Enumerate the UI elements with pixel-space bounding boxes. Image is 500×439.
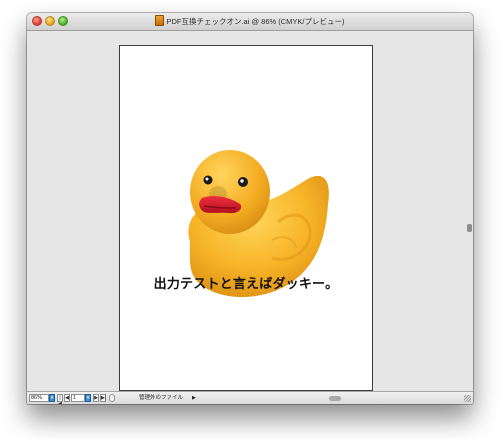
last-page-button[interactable]: ▶| (100, 394, 106, 402)
window-title-area: PDF互換チェックオン.ai @ 86% (CMYK/プレビュー) (27, 15, 473, 28)
title-bar[interactable]: PDF互換チェックオン.ai @ 86% (CMYK/プレビュー) (27, 13, 473, 31)
next-page-button[interactable]: ▶ (93, 394, 99, 402)
artboard-caption-text: 出力テストと言えばダッキー。 (153, 277, 339, 292)
status-text[interactable]: 管理外のファイル (139, 395, 183, 402)
document-icon (155, 15, 165, 26)
status-bar: 86% ▾ |◀ ◀ 1 ▾ ▶ ▶| 管理外のファイル ▶ (27, 391, 473, 404)
page-number-field[interactable]: 1 (71, 394, 85, 402)
first-page-button[interactable]: |◀ (57, 394, 63, 404)
illustrator-document-window: PDF互換チェックオン.ai @ 86% (CMYK/プレビュー) 出力テストと… (27, 13, 473, 404)
artboard[interactable]: 出力テストと言えばダッキー。 (119, 45, 373, 391)
document-status-icon[interactable] (109, 394, 115, 402)
page-dropdown-button[interactable]: ▾ (85, 394, 91, 402)
window-title: PDF互換チェックオン.ai @ 86% (CMYK/プレビュー) (166, 17, 345, 26)
horizontal-scroll-knob[interactable] (329, 396, 341, 401)
vertical-scroll-knob[interactable] (467, 224, 472, 232)
zoom-level-field[interactable]: 86% (29, 394, 49, 402)
resize-grip-icon[interactable] (464, 395, 471, 402)
previous-page-button[interactable]: ◀ (64, 394, 70, 402)
status-menu-arrow[interactable]: ▶ (192, 395, 196, 402)
zoom-dropdown-button[interactable]: ▾ (49, 394, 55, 402)
canvas-area[interactable]: 出力テストと言えばダッキー。 (27, 31, 473, 391)
